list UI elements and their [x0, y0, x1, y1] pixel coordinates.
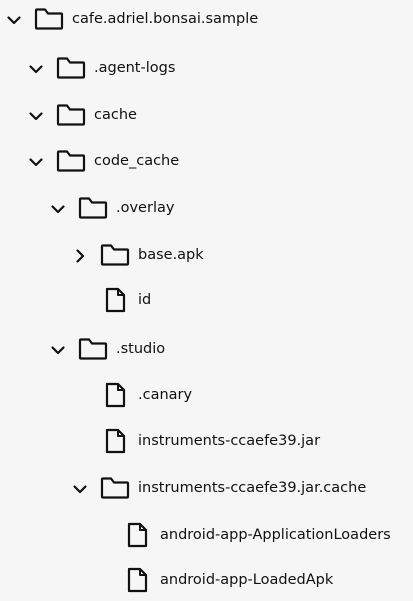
folder-row[interactable]: .agent-logs [0, 49, 413, 89]
chevron-down-icon[interactable] [70, 479, 90, 499]
folder-icon [56, 150, 86, 172]
chevron-right-icon[interactable] [70, 246, 90, 266]
tree-item-label: cafe.adriel.bonsai.sample [72, 11, 259, 27]
tree-item-label: .agent-logs [94, 60, 176, 76]
tree-item-label: code_cache [94, 153, 180, 169]
tree-item-label: android-app-ApplicationLoaders [160, 527, 391, 543]
tree-item-label: id [138, 292, 152, 308]
folder-icon [100, 244, 130, 266]
folder-icon [56, 104, 86, 126]
chevron-down-icon[interactable] [26, 106, 46, 126]
chevron-down-icon[interactable] [48, 340, 68, 360]
tree-item-label: .studio [116, 341, 166, 357]
file-icon [104, 287, 126, 313]
folder-row[interactable]: cache [0, 96, 413, 136]
tree-item-label: instruments-ccaefe39.jar [138, 433, 321, 449]
file-icon [104, 428, 126, 454]
chevron-down-icon[interactable] [4, 10, 24, 30]
file-tree: cafe.adriel.bonsai.sample .agent-logs cach… [0, 0, 413, 600]
chevron-down-icon[interactable] [26, 59, 46, 79]
folder-row[interactable]: cafe.adriel.bonsai.sample [0, 0, 413, 40]
folder-icon [56, 57, 86, 79]
tree-item-label: .overlay [116, 200, 175, 216]
file-icon [126, 522, 148, 548]
folder-row[interactable]: base.apk [0, 236, 413, 276]
folder-icon [78, 338, 108, 360]
file-icon [104, 382, 126, 408]
file-row[interactable]: id [0, 281, 413, 321]
tree-item-label: cache [94, 107, 137, 123]
tree-item-label: .canary [138, 387, 193, 403]
file-row[interactable]: instruments-ccaefe39.jar [0, 422, 413, 462]
folder-row[interactable]: instruments-ccaefe39.jar.cache [0, 469, 413, 509]
chevron-down-icon[interactable] [26, 152, 46, 172]
file-icon [126, 567, 148, 593]
folder-row[interactable]: code_cache [0, 142, 413, 182]
folder-row[interactable]: .overlay [0, 189, 413, 229]
tree-item-label: base.apk [138, 247, 204, 263]
folder-icon [78, 197, 108, 219]
folder-row[interactable]: .studio [0, 330, 413, 370]
folder-icon [34, 8, 64, 30]
tree-item-label: android-app-LoadedApk [160, 572, 334, 588]
file-row[interactable]: android-app-LoadedApk [0, 561, 413, 601]
file-row[interactable]: .canary [0, 376, 413, 416]
file-row[interactable]: android-app-ApplicationLoaders [0, 516, 413, 556]
tree-item-label: instruments-ccaefe39.jar.cache [138, 480, 367, 496]
folder-icon [100, 477, 130, 499]
chevron-down-icon[interactable] [48, 199, 68, 219]
